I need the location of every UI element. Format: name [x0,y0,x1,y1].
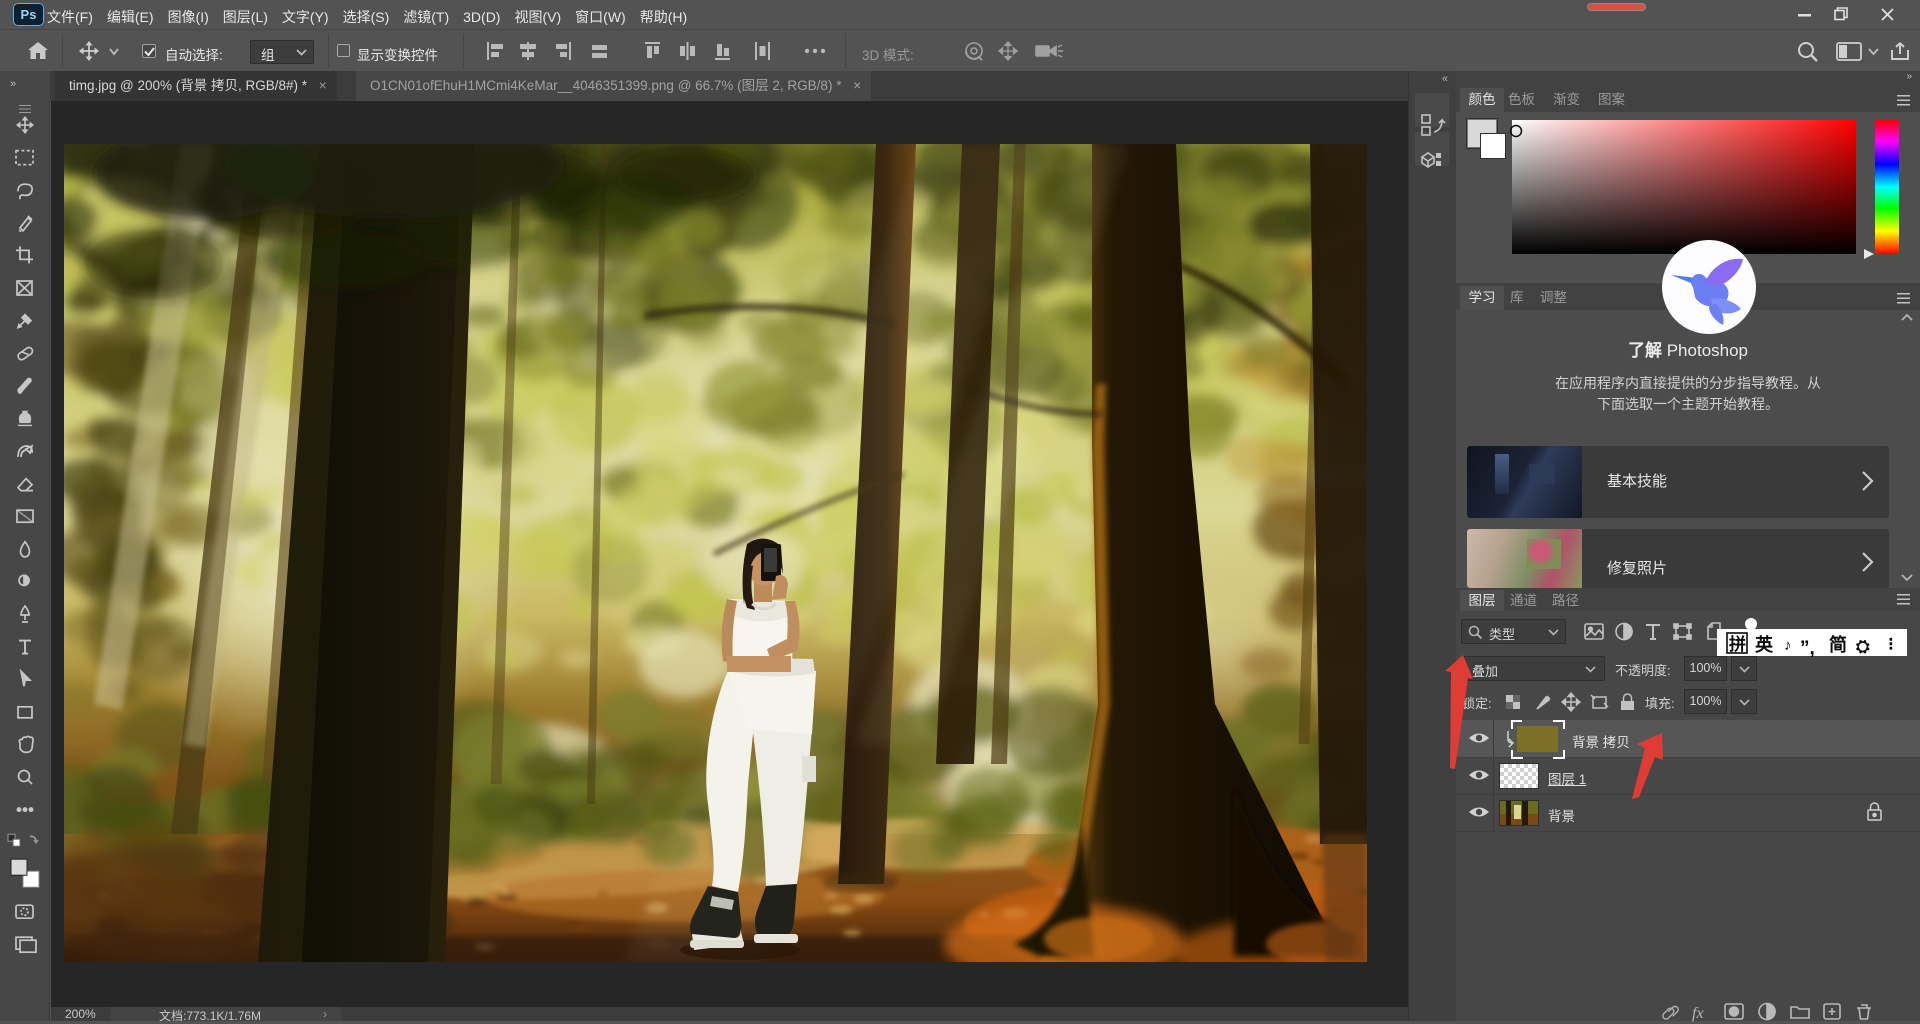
svg-text:英: 英 [1754,634,1774,655]
svg-text:”,: ”, [1800,638,1815,659]
svg-text:⛭: ⛭ [1856,637,1870,656]
svg-text:拼: 拼 [1729,634,1746,654]
svg-text:⁝: ⁝ [1888,634,1894,654]
svg-text:♪: ♪ [1784,637,1792,654]
svg-text:简: 简 [1829,634,1847,655]
